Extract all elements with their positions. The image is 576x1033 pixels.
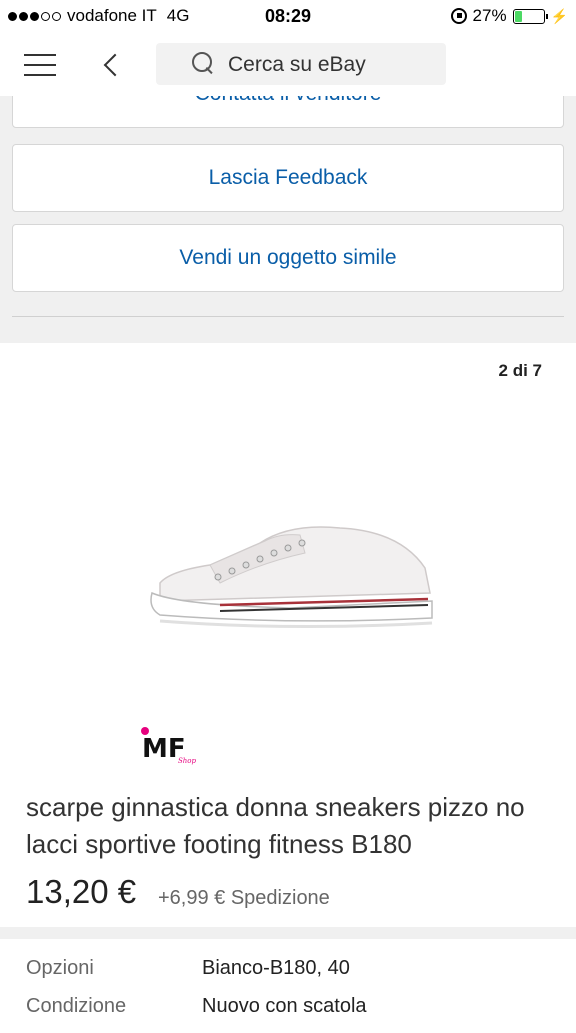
shipping-cost: +6,99 € Spedizione	[158, 887, 330, 909]
item-details: Opzioni Bianco-B180, 40 Condizione Nuovo…	[0, 927, 576, 1024]
contact-seller-button[interactable]: Contatta il venditore	[12, 96, 564, 128]
detail-label: Condizione	[26, 995, 127, 1017]
menu-icon[interactable]	[24, 54, 56, 76]
item-title: scarpe ginnastica donna sneakers pizzo n…	[26, 792, 525, 859]
brand-logo: MF Shop	[141, 727, 197, 765]
battery-percent: 27%	[472, 6, 507, 25]
product-gallery[interactable]: 2 di 7 MF Shop	[0, 343, 576, 773]
brand-logo-subtext: Shop	[178, 757, 197, 765]
image-counter: 2 di 7	[478, 355, 562, 387]
search-input[interactable]: Cerca su eBay	[156, 43, 446, 85]
nav-bar: Cerca su eBay	[0, 34, 576, 96]
detail-row-condition: Condizione Nuovo con scatola	[0, 995, 576, 1033]
seller-actions: Contatta il venditore Lascia Feedback Ve…	[0, 96, 576, 343]
sell-similar-button[interactable]: Vendi un oggetto simile	[12, 224, 564, 292]
back-icon[interactable]	[102, 52, 122, 78]
product-image-sneaker	[150, 526, 433, 629]
leave-feedback-button[interactable]: Lascia Feedback	[12, 144, 564, 212]
charging-icon: ⚡	[550, 7, 568, 24]
battery-icon	[512, 8, 548, 24]
item-summary: scarpe ginnastica donna sneakers pizzo n…	[0, 773, 576, 927]
status-right: 27% ⚡	[450, 6, 568, 26]
status-bar: vodafone IT 4G 08:29 27% ⚡	[0, 0, 576, 34]
detail-value: Nuovo con scatola	[202, 995, 367, 1017]
rotation-lock-icon	[450, 8, 467, 24]
detail-value: Bianco-B180, 40	[202, 957, 350, 979]
item-price: 13,20 €	[26, 873, 137, 910]
divider	[12, 316, 564, 317]
search-icon	[192, 52, 214, 74]
detail-label: Opzioni	[26, 957, 94, 979]
detail-row-options[interactable]: Opzioni Bianco-B180, 40	[0, 957, 576, 995]
search-placeholder: Cerca su eBay	[228, 53, 366, 76]
